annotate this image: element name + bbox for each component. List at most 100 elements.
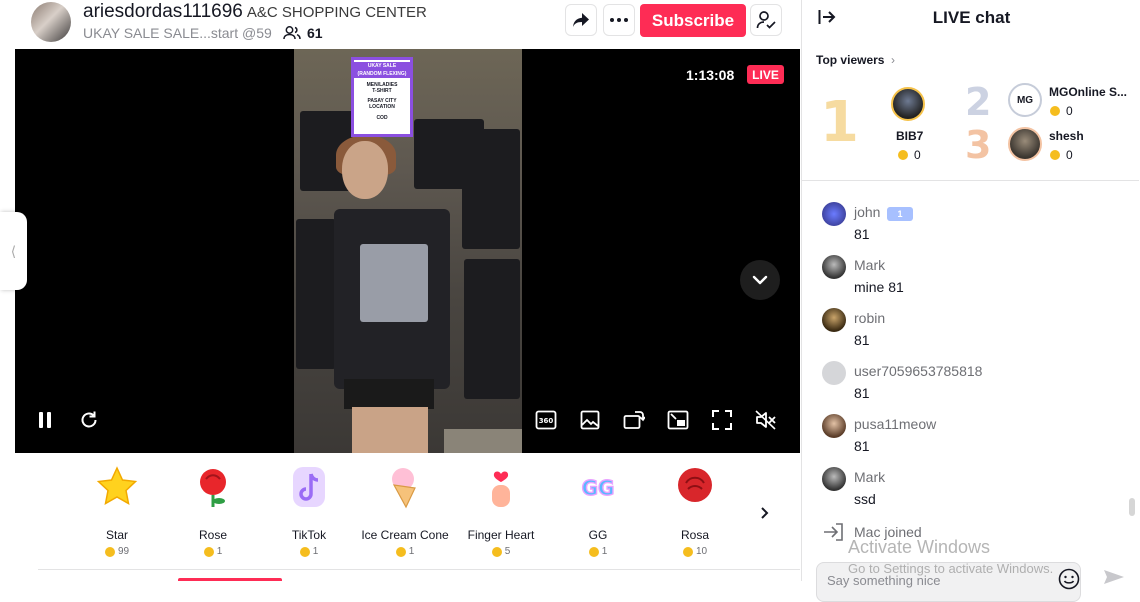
top-viewer-name[interactable]: MGOnline S... — [1049, 85, 1127, 99]
level-badge: 1 — [887, 207, 913, 221]
top-viewer-coins: 0 — [1050, 104, 1073, 118]
chevron-right-icon[interactable]: › — [891, 53, 895, 67]
chat-avatar[interactable] — [822, 202, 846, 226]
chat-avatar[interactable] — [822, 467, 846, 491]
chat-avatar[interactable] — [822, 361, 846, 385]
chat-username[interactable]: john — [854, 204, 880, 220]
gift-item[interactable]: Star 99 — [67, 465, 167, 557]
top-viewer-name[interactable]: shesh — [1049, 129, 1084, 143]
top-viewer-avatar[interactable]: MG — [1008, 83, 1042, 117]
emoji-icon[interactable] — [1058, 568, 1080, 590]
pause-button[interactable] — [33, 408, 57, 432]
gift-item[interactable]: Rosa 10 — [645, 465, 745, 557]
live-video-player[interactable]: UKAY SALE (RANDOM FLEXING) MEN/LADIES T-… — [15, 49, 800, 453]
picture-icon — [580, 410, 600, 430]
gift-item[interactable]: TikTok 1 — [259, 465, 359, 557]
next-live-button[interactable] — [740, 260, 780, 300]
live-badge: LIVE — [747, 65, 784, 84]
rank-number: 2 — [965, 80, 992, 124]
host-username[interactable]: ariesdordas111696 — [83, 1, 243, 22]
chat-username[interactable]: pusa11meow — [854, 416, 936, 432]
chat-header: LIVE chat — [802, 0, 1140, 35]
gift-name: Rosa — [680, 528, 709, 542]
share-icon — [573, 13, 589, 27]
host-nickname: A&C SHOPPING CENTER — [246, 4, 427, 21]
mute-button[interactable] — [754, 408, 778, 432]
refresh-button[interactable] — [77, 408, 101, 432]
follow-status-button[interactable] — [750, 4, 782, 36]
gift-price-value: 5 — [504, 546, 511, 557]
chat-scrollbar[interactable] — [1129, 498, 1135, 516]
side-expand-tab[interactable]: ⟨ — [0, 212, 27, 290]
gift-price-value: 1 — [216, 546, 223, 557]
pause-icon — [39, 412, 51, 428]
host-username-line[interactable]: ariesdordas111696 A&C SHOPPING CENTER — [83, 1, 427, 23]
pip-button[interactable] — [666, 408, 690, 432]
gift-item[interactable]: Rose 1 — [163, 465, 263, 557]
gift-price-value: 1 — [408, 546, 415, 557]
chat-avatar[interactable] — [822, 308, 846, 332]
screenshot-button[interactable] — [578, 408, 602, 432]
chevron-left-icon: ⟨ — [10, 242, 17, 259]
chat-avatar[interactable] — [822, 414, 846, 438]
chat-username[interactable]: Mark — [854, 257, 885, 273]
finger-heart-gift-icon — [492, 471, 510, 507]
gift-price: 1 — [259, 546, 359, 557]
gift-item[interactable]: Finger Heart 5 — [451, 465, 551, 557]
level-value: 1 — [897, 209, 903, 219]
more-options-button[interactable] — [603, 4, 635, 36]
fullscreen-icon — [712, 410, 732, 430]
chat-text: ssd — [854, 491, 876, 507]
chat-text: mine 81 — [854, 279, 904, 295]
gift-price: 5 — [451, 546, 551, 557]
gift-name: Star — [105, 528, 128, 542]
coin-icon — [1050, 150, 1060, 160]
rotate-button[interactable] — [622, 408, 646, 432]
gift-price-value: 1 — [312, 546, 319, 557]
gift-name: GG — [588, 528, 608, 542]
top-viewer-coins: 0 — [1050, 148, 1073, 162]
gifts-next-button[interactable] — [755, 503, 775, 523]
coin-icon — [203, 546, 214, 557]
chat-text: 81 — [854, 438, 870, 454]
ice-cream-gift-icon — [392, 468, 416, 509]
gift-price-value: 1 — [601, 546, 608, 557]
gift-price: 1 — [355, 546, 455, 557]
chat-text: 81 — [854, 332, 870, 348]
chat-username[interactable]: robin — [854, 310, 885, 326]
coin-icon — [104, 546, 115, 557]
share-button[interactable] — [565, 4, 597, 36]
mute-icon — [755, 410, 776, 430]
coin-count: 0 — [914, 148, 921, 162]
gift-item[interactable]: GG GG 1 — [548, 465, 648, 557]
activate-windows-watermark: Activate Windows Go to Settings to activ… — [848, 537, 1053, 576]
gift-price: 1 — [548, 546, 648, 557]
top-viewer-avatar[interactable] — [891, 87, 925, 121]
star-gift-icon — [96, 466, 138, 505]
chat-avatar[interactable] — [822, 255, 846, 279]
gift-item[interactable]: Ice Cream Cone 1 — [355, 465, 455, 557]
rank-number: 3 — [965, 123, 992, 167]
gift-price: 99 — [67, 546, 167, 557]
top-viewer-avatar[interactable] — [1008, 127, 1042, 161]
subscribe-button[interactable]: Subscribe — [640, 4, 746, 37]
send-icon[interactable] — [1102, 568, 1126, 586]
user-check-icon — [756, 11, 776, 29]
top-viewer-name[interactable]: BIB7 — [896, 129, 923, 143]
legs — [352, 407, 428, 453]
gift-name: TikTok — [291, 528, 327, 542]
gift-name: Rose — [198, 528, 227, 542]
chat-username[interactable]: Mark — [854, 469, 885, 485]
coin-icon — [491, 546, 502, 557]
360-button[interactable]: 360 — [534, 408, 558, 432]
avatar-text: MG — [1016, 94, 1034, 106]
svg-text:GG: GG — [582, 476, 615, 500]
host-avatar[interactable] — [31, 2, 71, 42]
sign-line: (RANDOM FLEXING) — [354, 70, 410, 78]
chat-username[interactable]: user7059653785818 — [854, 363, 982, 379]
fullscreen-button[interactable] — [710, 408, 734, 432]
top-viewers-link[interactable]: Top viewers — [816, 53, 884, 67]
coin-icon — [395, 546, 406, 557]
rank-number: 1 — [820, 90, 859, 155]
watermark-title: Activate Windows — [848, 537, 991, 557]
